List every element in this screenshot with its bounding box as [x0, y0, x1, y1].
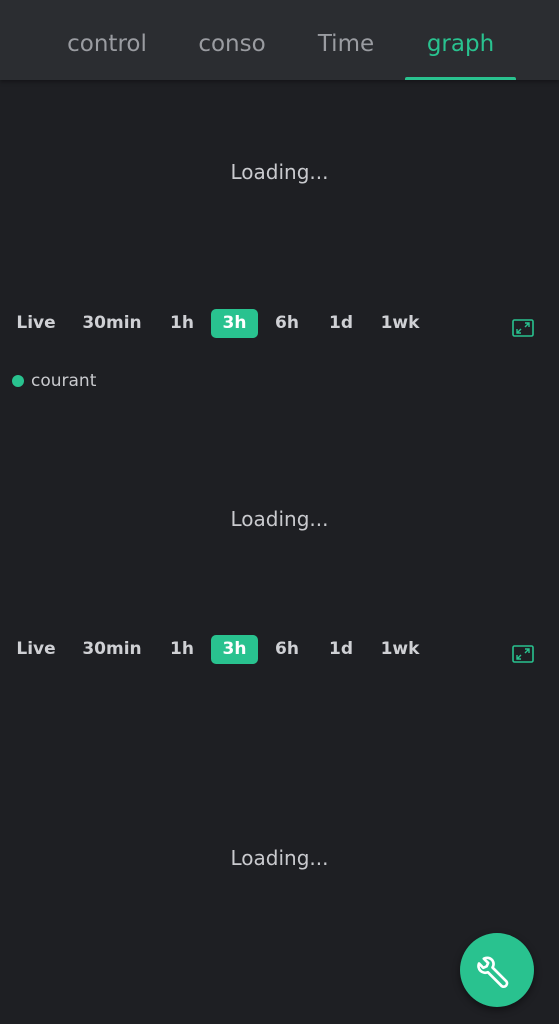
tab-control[interactable]: control [50, 0, 164, 80]
dashboard-page: control conso Time graph Loading... Live… [0, 0, 559, 1024]
range-1d-button[interactable]: 1d [322, 635, 360, 664]
range-3h-button[interactable]: 3h [211, 635, 258, 664]
time-range-selector: Live 30min 1h 3h 6h 1d 1wk [0, 309, 559, 339]
range-live-button[interactable]: Live [12, 309, 60, 338]
tab-conso[interactable]: conso [176, 0, 288, 80]
range-1wk-button[interactable]: 1wk [376, 635, 424, 664]
range-3h-button[interactable]: 3h [211, 309, 258, 338]
range-6h-button[interactable]: 6h [268, 635, 306, 664]
loading-text: Loading... [230, 160, 329, 184]
range-6h-button[interactable]: 6h [268, 309, 306, 338]
range-30min-button[interactable]: 30min [80, 309, 144, 338]
expand-icon[interactable] [512, 319, 534, 337]
legend-dot [12, 375, 24, 387]
tab-graph[interactable]: graph [405, 0, 516, 80]
expand-icon[interactable] [512, 645, 534, 663]
range-1wk-button[interactable]: 1wk [376, 309, 424, 338]
active-tab-indicator [405, 77, 516, 80]
time-range-selector: Live 30min 1h 3h 6h 1d 1wk [0, 635, 559, 665]
range-1d-button[interactable]: 1d [322, 309, 360, 338]
range-1h-button[interactable]: 1h [164, 635, 200, 664]
legend-label: courant [31, 371, 97, 391]
loading-text: Loading... [230, 846, 329, 870]
tab-bar: control conso Time graph [0, 0, 559, 80]
range-live-button[interactable]: Live [12, 635, 60, 664]
loading-text: Loading... [230, 507, 329, 531]
range-1h-button[interactable]: 1h [164, 309, 200, 338]
settings-fab-button[interactable] [460, 933, 534, 1007]
chart-legend: courant [12, 370, 96, 392]
tab-time[interactable]: Time [290, 0, 402, 80]
range-30min-button[interactable]: 30min [80, 635, 144, 664]
wrench-icon [477, 956, 509, 988]
